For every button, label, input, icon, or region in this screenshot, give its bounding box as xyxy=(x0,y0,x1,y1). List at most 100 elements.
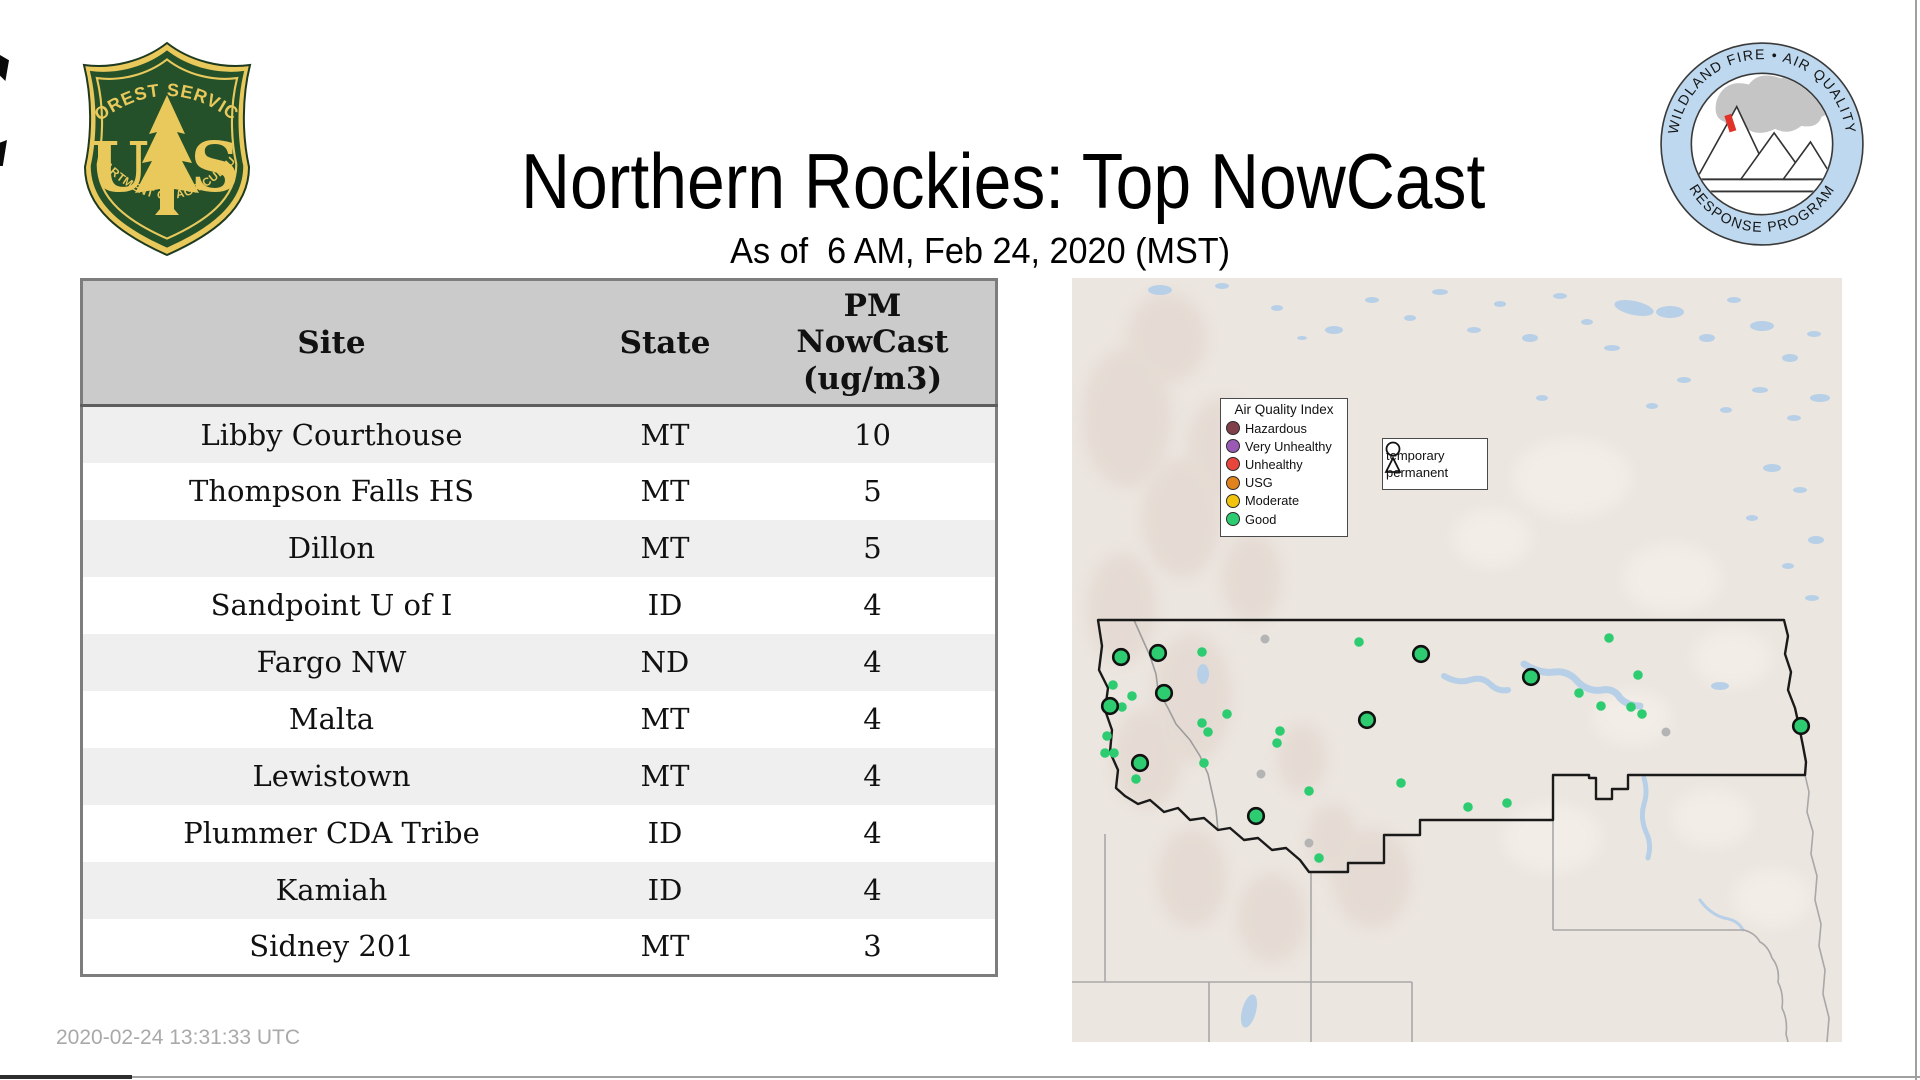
monitor-dot-small xyxy=(1102,731,1112,741)
aqi-legend: Air Quality Index Hazardous Very Unhealth… xyxy=(1220,398,1348,537)
monitor-dot-small xyxy=(1109,748,1119,758)
state-cell: ID xyxy=(647,588,683,622)
monitor-dot-small xyxy=(1396,778,1406,788)
monitor-dot-large xyxy=(1521,667,1541,687)
value-cell: 4 xyxy=(863,816,882,850)
marker-shape-icons xyxy=(1384,441,1402,473)
state-cell: ID xyxy=(647,873,683,907)
report-page: FOREST SERVICE U S DEPARTMENT OF AGRICUL… xyxy=(0,0,1920,1080)
window-bottom-edge-dark xyxy=(0,1075,132,1079)
monitor-dot-large xyxy=(1791,716,1811,736)
column-header-pm-nowcast: PM NowCast (ug/m3) xyxy=(750,279,997,407)
value-cell: 5 xyxy=(863,474,882,508)
state-cell: MT xyxy=(640,417,690,452)
map-canvas xyxy=(1072,278,1842,1042)
monitor-dot-inactive xyxy=(1256,769,1266,779)
monitor-dot-small xyxy=(1596,701,1606,711)
window-right-edge xyxy=(1915,0,1917,1080)
table-row: Plummer CDA Tribe ID 4 xyxy=(81,804,997,862)
aqi-color-dot-icon xyxy=(1226,439,1240,454)
state-cell: MT xyxy=(640,929,690,964)
monitor-dot-small xyxy=(1574,688,1584,698)
monitor-dot-small xyxy=(1131,774,1141,784)
monitor-dot-small xyxy=(1100,748,1110,758)
site-cell: Sandpoint U of I xyxy=(210,588,453,622)
value-cell: 3 xyxy=(863,929,882,964)
aqi-legend-title: Air Quality Index xyxy=(1234,402,1334,417)
aqi-legend-label: Hazardous xyxy=(1245,420,1307,436)
aqi-color-dot-icon xyxy=(1226,493,1240,508)
monitor-dot-small xyxy=(1637,709,1647,719)
monitor-dot-large xyxy=(1246,806,1266,826)
aqi-legend-item: Moderate xyxy=(1226,492,1342,510)
monitor-dot-small xyxy=(1197,718,1207,728)
column-header-site: Site xyxy=(81,279,580,407)
monitor-dot-inactive xyxy=(1661,727,1671,737)
aqi-legend-items: Hazardous Very Unhealthy Unhealthy USG Moder… xyxy=(1226,419,1342,528)
nowcast-table: Site State PM NowCast (ug/m3) Libby Cour… xyxy=(80,278,998,977)
monitor-dot-inactive xyxy=(1260,634,1270,644)
state-cell: ND xyxy=(640,645,690,679)
aqi-legend-label: Good xyxy=(1245,511,1277,527)
monitor-dot-large xyxy=(1100,696,1120,716)
state-cell: MT xyxy=(640,531,690,565)
table-row: Thompson Falls HS MT 5 xyxy=(81,462,997,520)
monitor-dot-small xyxy=(1203,727,1213,737)
monitor-dot-small xyxy=(1199,758,1209,768)
table-row: Fargo NW ND 4 xyxy=(81,633,997,691)
aqi-color-dot-icon xyxy=(1226,421,1240,436)
site-cell: Libby Courthouse xyxy=(200,417,463,452)
state-cell: MT xyxy=(640,702,690,736)
aqi-legend-label: USG xyxy=(1245,475,1273,491)
monitor-dot-large xyxy=(1411,644,1431,664)
monitor-dot-inactive xyxy=(1304,838,1314,848)
site-cell: Kamiah xyxy=(275,873,388,907)
site-cell: Fargo NW xyxy=(256,645,407,679)
table-row: Malta MT 4 xyxy=(81,690,997,748)
value-cell: 4 xyxy=(863,759,882,793)
site-cell: Plummer CDA Tribe xyxy=(183,816,480,850)
table-row: Kamiah ID 4 xyxy=(81,861,997,919)
site-cell: Dillon xyxy=(287,531,376,565)
value-cell: 5 xyxy=(863,531,882,565)
generated-timestamp: 2020-02-24 13:31:33 UTC xyxy=(56,1026,300,1049)
column-header-state: State xyxy=(580,279,750,407)
monitor-dot-small xyxy=(1275,726,1285,736)
wildland-fire-air-quality-logo: WILDLAND FIRE • AIR QUALITY RESPONSE PRO… xyxy=(1660,42,1864,246)
monitor-dot-large xyxy=(1130,753,1150,773)
value-cell: 4 xyxy=(863,702,882,736)
table-row: Libby Courthouse MT 10 xyxy=(81,405,997,463)
aqi-legend-item: USG xyxy=(1226,474,1342,492)
monitor-dot-small xyxy=(1222,709,1232,719)
aqi-color-dot-icon xyxy=(1226,512,1240,527)
state-cell: ID xyxy=(647,816,683,850)
table-row: Dillon MT 5 xyxy=(81,519,997,577)
monitor-dot-large xyxy=(1111,647,1131,667)
value-cell: 4 xyxy=(863,873,882,907)
aqi-legend-item: Unhealthy xyxy=(1226,455,1342,473)
value-cell: 10 xyxy=(854,417,891,452)
site-cell: Sidney 201 xyxy=(249,929,414,964)
monitor-dot-small xyxy=(1354,637,1364,647)
aqi-color-dot-icon xyxy=(1226,475,1240,490)
monitor-map: Air Quality Index Hazardous Very Unhealth… xyxy=(1072,278,1842,1042)
state-cell: MT xyxy=(640,759,690,793)
site-cell: Malta xyxy=(288,702,375,736)
aqi-legend-item: Hazardous xyxy=(1226,419,1342,437)
aqi-legend-label: Moderate xyxy=(1245,493,1300,509)
monitor-dot-large xyxy=(1154,683,1174,703)
aqi-legend-label: Very Unhealthy xyxy=(1245,438,1332,454)
table-body: Libby Courthouse MT 10 Thompson Falls HS MT 5… xyxy=(81,405,997,976)
aqi-color-dot-icon xyxy=(1226,457,1240,472)
monitor-dot-small xyxy=(1127,691,1137,701)
marker-legend: temporary permanent xyxy=(1382,438,1488,490)
monitor-dot-small xyxy=(1314,853,1324,863)
aqi-legend-item: Very Unhealthy xyxy=(1226,437,1342,455)
monitor-dot-small xyxy=(1633,670,1643,680)
table-row: Lewistown MT 4 xyxy=(81,747,997,805)
monitor-dot-small xyxy=(1304,786,1314,796)
table-row: Sandpoint U of I ID 4 xyxy=(81,576,997,634)
site-cell: Thompson Falls HS xyxy=(188,474,475,508)
aqi-legend-label: Unhealthy xyxy=(1245,456,1303,472)
nowcast-table-header: Site State PM NowCast (ug/m3) xyxy=(81,279,997,407)
